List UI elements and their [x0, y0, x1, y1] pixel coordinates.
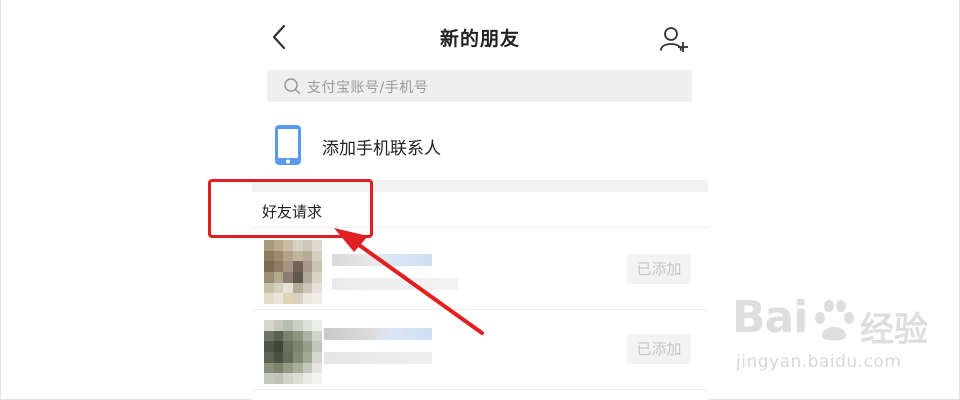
- add-user-icon: [660, 27, 688, 52]
- added-status-button: 已添加: [627, 254, 691, 284]
- page-title: 新的朋友: [439, 28, 520, 50]
- annotation-highlight-box: [208, 179, 373, 238]
- avatar: [264, 320, 322, 384]
- add-friend-button[interactable]: [656, 22, 690, 56]
- message-placeholder: [332, 278, 458, 290]
- name-placeholder: [324, 328, 432, 340]
- navigation-bar: 新的朋友: [252, 0, 708, 66]
- friend-request-item[interactable]: 已添加: [252, 230, 708, 310]
- add-phone-contacts-item[interactable]: 添加手机联系人: [252, 110, 708, 180]
- friend-request-item[interactable]: 已添加: [252, 310, 708, 390]
- watermark-logo: Bai: [732, 292, 808, 343]
- watermark-url: jingyan.baidu.com: [736, 352, 902, 372]
- search-placeholder: 支付宝账号/手机号: [307, 80, 429, 96]
- mobile-phone-icon: [275, 125, 301, 165]
- message-placeholder: [324, 352, 432, 364]
- search-input[interactable]: 支付宝账号/手机号: [267, 70, 692, 102]
- watermark-suffix: 经验: [860, 310, 928, 350]
- search-icon: [284, 78, 301, 95]
- paw-icon: [815, 300, 854, 341]
- baidu-jingyan-watermark: Bai 经验 jingyan.baidu.com: [732, 294, 928, 390]
- avatar: [264, 240, 322, 304]
- added-status-button: 已添加: [627, 334, 691, 364]
- add-phone-contacts-label: 添加手机联系人: [322, 139, 441, 159]
- name-placeholder: [332, 254, 432, 266]
